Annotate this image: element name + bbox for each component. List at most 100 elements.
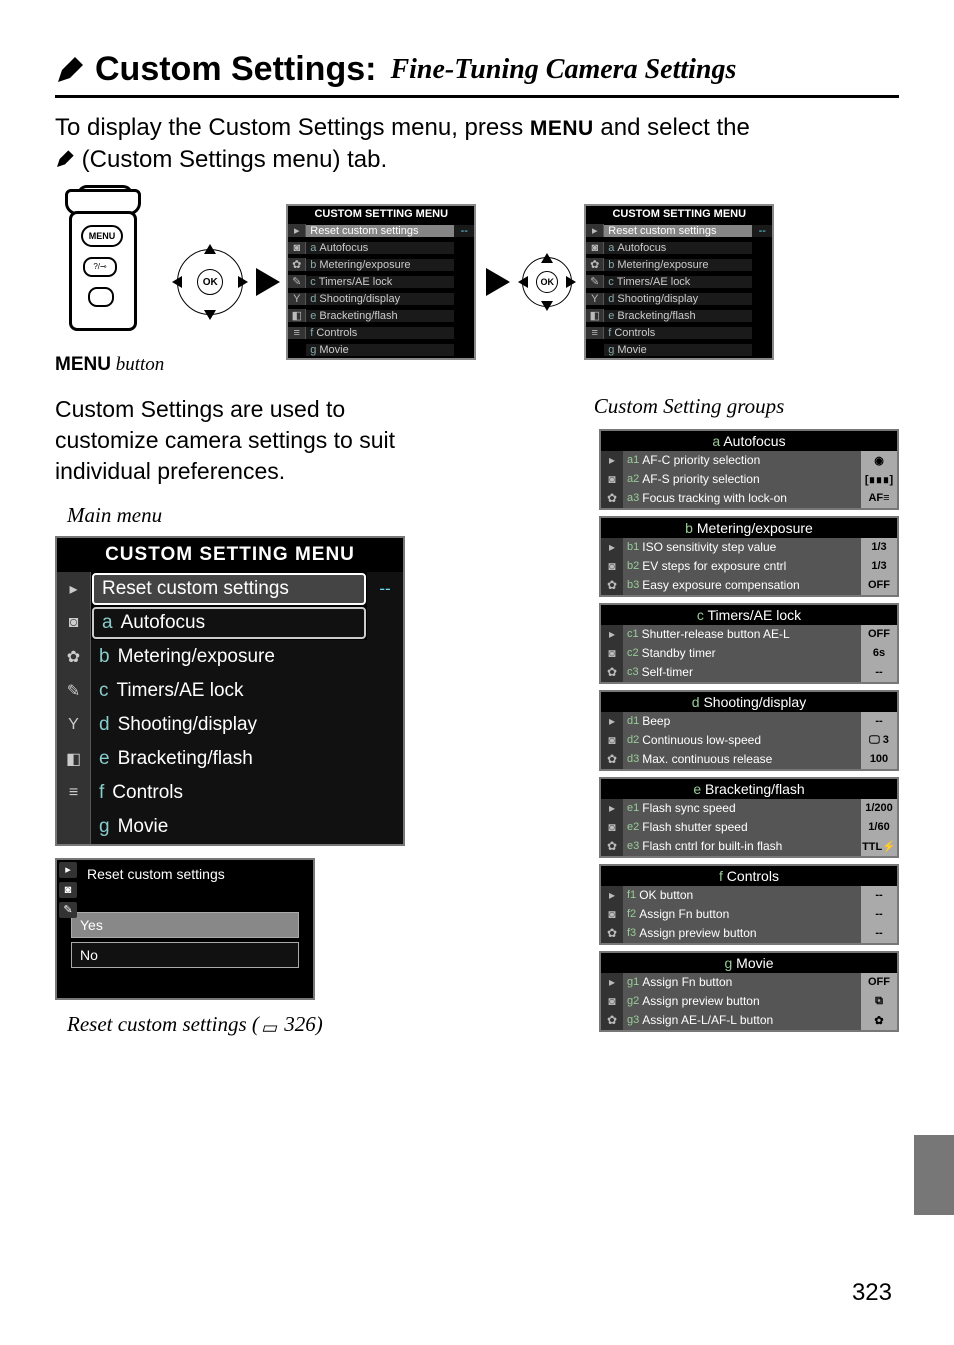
group-row[interactable]: ✿a3Focus tracking with lock-onAF≡: [601, 489, 897, 508]
dpad[interactable]: OK: [170, 242, 250, 322]
mini-menu-row[interactable]: ◧eBracketing/flash: [586, 307, 772, 324]
camera-menu-button[interactable]: MENU: [81, 225, 123, 247]
group-row[interactable]: ▸c1Shutter-release button AE-LOFF: [601, 625, 897, 644]
mini-menu-row[interactable]: ≡fControls: [288, 324, 474, 341]
mini-menu-row[interactable]: ≡fControls: [586, 324, 772, 341]
main-menu-label: gMovie: [91, 810, 367, 844]
pencil-icon: [55, 55, 85, 85]
tab-icon: ◧: [288, 309, 306, 322]
mini-menu-row[interactable]: ◙aAutofocus: [586, 239, 772, 256]
group-value: --: [861, 905, 897, 924]
group-row[interactable]: ◙e2Flash shutter speed1/60: [601, 818, 897, 837]
group-header: b Metering/exposure: [601, 518, 897, 538]
main-menu-value: [367, 640, 403, 674]
group-row[interactable]: ✿c3Self-timer--: [601, 663, 897, 682]
main-menu-row[interactable]: ≡fControls: [57, 776, 403, 810]
group-value: 1/60: [861, 818, 897, 837]
main-menu-value: [367, 810, 403, 844]
tab-icon: ◙: [601, 818, 623, 837]
mini-menu-label: bMetering/exposure: [306, 259, 454, 271]
group-row[interactable]: ◙d2Continuous low-speed🖵 3: [601, 731, 897, 750]
group-row[interactable]: ◙a2AF-S priority selection[∎∎∎]: [601, 470, 897, 489]
group-row[interactable]: ◙f2Assign Fn button--: [601, 905, 897, 924]
page-number: 323: [852, 1279, 892, 1307]
group-row[interactable]: ✿f3Assign preview button--: [601, 924, 897, 943]
mini-menu-row[interactable]: ▸Reset custom settings--: [586, 222, 772, 239]
mini-menu-row[interactable]: ✿bMetering/exposure: [586, 256, 772, 273]
mini-menu-label: fControls: [604, 327, 752, 339]
title-sub: Fine-Tuning Camera Settings: [390, 54, 736, 86]
group-header: d Shooting/display: [601, 692, 897, 712]
group-row[interactable]: ▸a1AF-C priority selection◉: [601, 451, 897, 470]
ok-button[interactable]: OK: [197, 269, 223, 295]
tab-icon: ◙: [601, 470, 623, 489]
tab-icon: ◙: [288, 242, 306, 254]
mini-menu-row[interactable]: ▸Reset custom settings--: [288, 222, 474, 239]
menu-button-caption: MENU button: [55, 354, 164, 376]
mini-menu-row[interactable]: ◧eBracketing/flash: [288, 307, 474, 324]
main-menu-row[interactable]: ▸Reset custom settings--: [57, 572, 403, 606]
group-header: a Autofocus: [601, 431, 897, 451]
main-menu-label: fControls: [91, 776, 367, 810]
tab-icon: ◙: [586, 242, 604, 254]
group-row[interactable]: ◙g2Assign preview button⧉: [601, 992, 897, 1011]
main-menu-row[interactable]: gMovie: [57, 810, 403, 844]
book-icon: ▭: [261, 1018, 277, 1038]
group-row[interactable]: ▸e1Flash sync speed1/200: [601, 799, 897, 818]
mini-menu-label: gMovie: [604, 344, 752, 356]
mini-menu-row[interactable]: ✎cTimers/AE lock: [288, 273, 474, 290]
main-menu-row[interactable]: ◙aAutofocus: [57, 606, 403, 640]
group-value: ⧉: [861, 992, 897, 1011]
group-row[interactable]: ◙c2Standby timer6s: [601, 644, 897, 663]
group-row[interactable]: ▸b1ISO sensitivity step value1/3: [601, 538, 897, 557]
page-title-row: Custom Settings: Fine-Tuning Camera Sett…: [55, 50, 899, 98]
main-menu-row[interactable]: ✎cTimers/AE lock: [57, 674, 403, 708]
group-row[interactable]: ▸f1OK button--: [601, 886, 897, 905]
main-menu-row[interactable]: ✿bMetering/exposure: [57, 640, 403, 674]
group-row[interactable]: ▸d1Beep--: [601, 712, 897, 731]
nav-illustration-row: MENU ?/⊸ MENU button OK CUSTOM SETTING M…: [55, 189, 899, 376]
tab-icon: ◙: [601, 557, 623, 576]
mini-menu-row[interactable]: gMovie: [586, 341, 772, 358]
group-row[interactable]: ✿e3Flash cntrl for built-in flashTTL⚡: [601, 837, 897, 856]
tab-icon: ≡: [288, 327, 306, 339]
group-row[interactable]: ✿d3Max. continuous release100: [601, 750, 897, 769]
reset-cap-b: 326): [279, 1012, 323, 1036]
mini-menu-row[interactable]: YdShooting/display: [586, 290, 772, 307]
group-row[interactable]: ◙b2EV steps for exposure cntrl1/3: [601, 557, 897, 576]
dpad[interactable]: OK: [516, 251, 578, 313]
main-menu-panel: CUSTOM SETTING MENU ▸Reset custom settin…: [55, 536, 405, 846]
main-menu-label: eBracketing/flash: [91, 742, 367, 776]
camera-zoom-button: [88, 287, 114, 307]
mini-menu-row[interactable]: gMovie: [288, 341, 474, 358]
tab-icon: Y: [586, 293, 604, 305]
reset-no-option[interactable]: No: [71, 942, 299, 968]
group-label: g2Assign preview button: [623, 992, 861, 1011]
tab-icon: ✿: [601, 1011, 623, 1030]
main-menu-label: aAutofocus: [92, 607, 366, 639]
tab-icon: ◧: [57, 742, 91, 776]
group-row[interactable]: ✿g3Assign AE-L/AF-L button✿: [601, 1011, 897, 1030]
mini-menu-row[interactable]: ◙aAutofocus: [288, 239, 474, 256]
mini-menu-row[interactable]: ✿bMetering/exposure: [288, 256, 474, 273]
group-value: OFF: [861, 973, 897, 992]
mini-menu-row[interactable]: YdShooting/display: [288, 290, 474, 307]
mini-menu-1: CUSTOM SETTING MENU ▸Reset custom settin…: [286, 204, 476, 360]
main-menu-row[interactable]: YdShooting/display: [57, 708, 403, 742]
main-menu-row[interactable]: ◧eBracketing/flash: [57, 742, 403, 776]
mini-menu-label: dShooting/display: [604, 293, 752, 305]
retouch-icon: ✎: [59, 902, 77, 918]
tab-icon: ▸: [57, 572, 91, 606]
ok-button[interactable]: OK: [536, 271, 558, 293]
group-value: ◉: [861, 451, 897, 470]
tab-icon: ✿: [601, 489, 623, 508]
mini-menu-header: CUSTOM SETTING MENU: [288, 206, 474, 222]
reset-yes-option[interactable]: Yes: [71, 912, 299, 938]
group-row[interactable]: ✿b3Easy exposure compensationOFF: [601, 576, 897, 595]
intro-c: (Custom Settings menu) tab.: [75, 146, 387, 173]
group-panel: b Metering/exposure▸b1ISO sensitivity st…: [599, 516, 899, 597]
mini-menu-row[interactable]: ✎cTimers/AE lock: [586, 273, 772, 290]
tab-icon: Y: [288, 293, 306, 305]
group-row[interactable]: ▸g1Assign Fn buttonOFF: [601, 973, 897, 992]
mini-menu-label: Reset custom settings: [306, 225, 454, 237]
